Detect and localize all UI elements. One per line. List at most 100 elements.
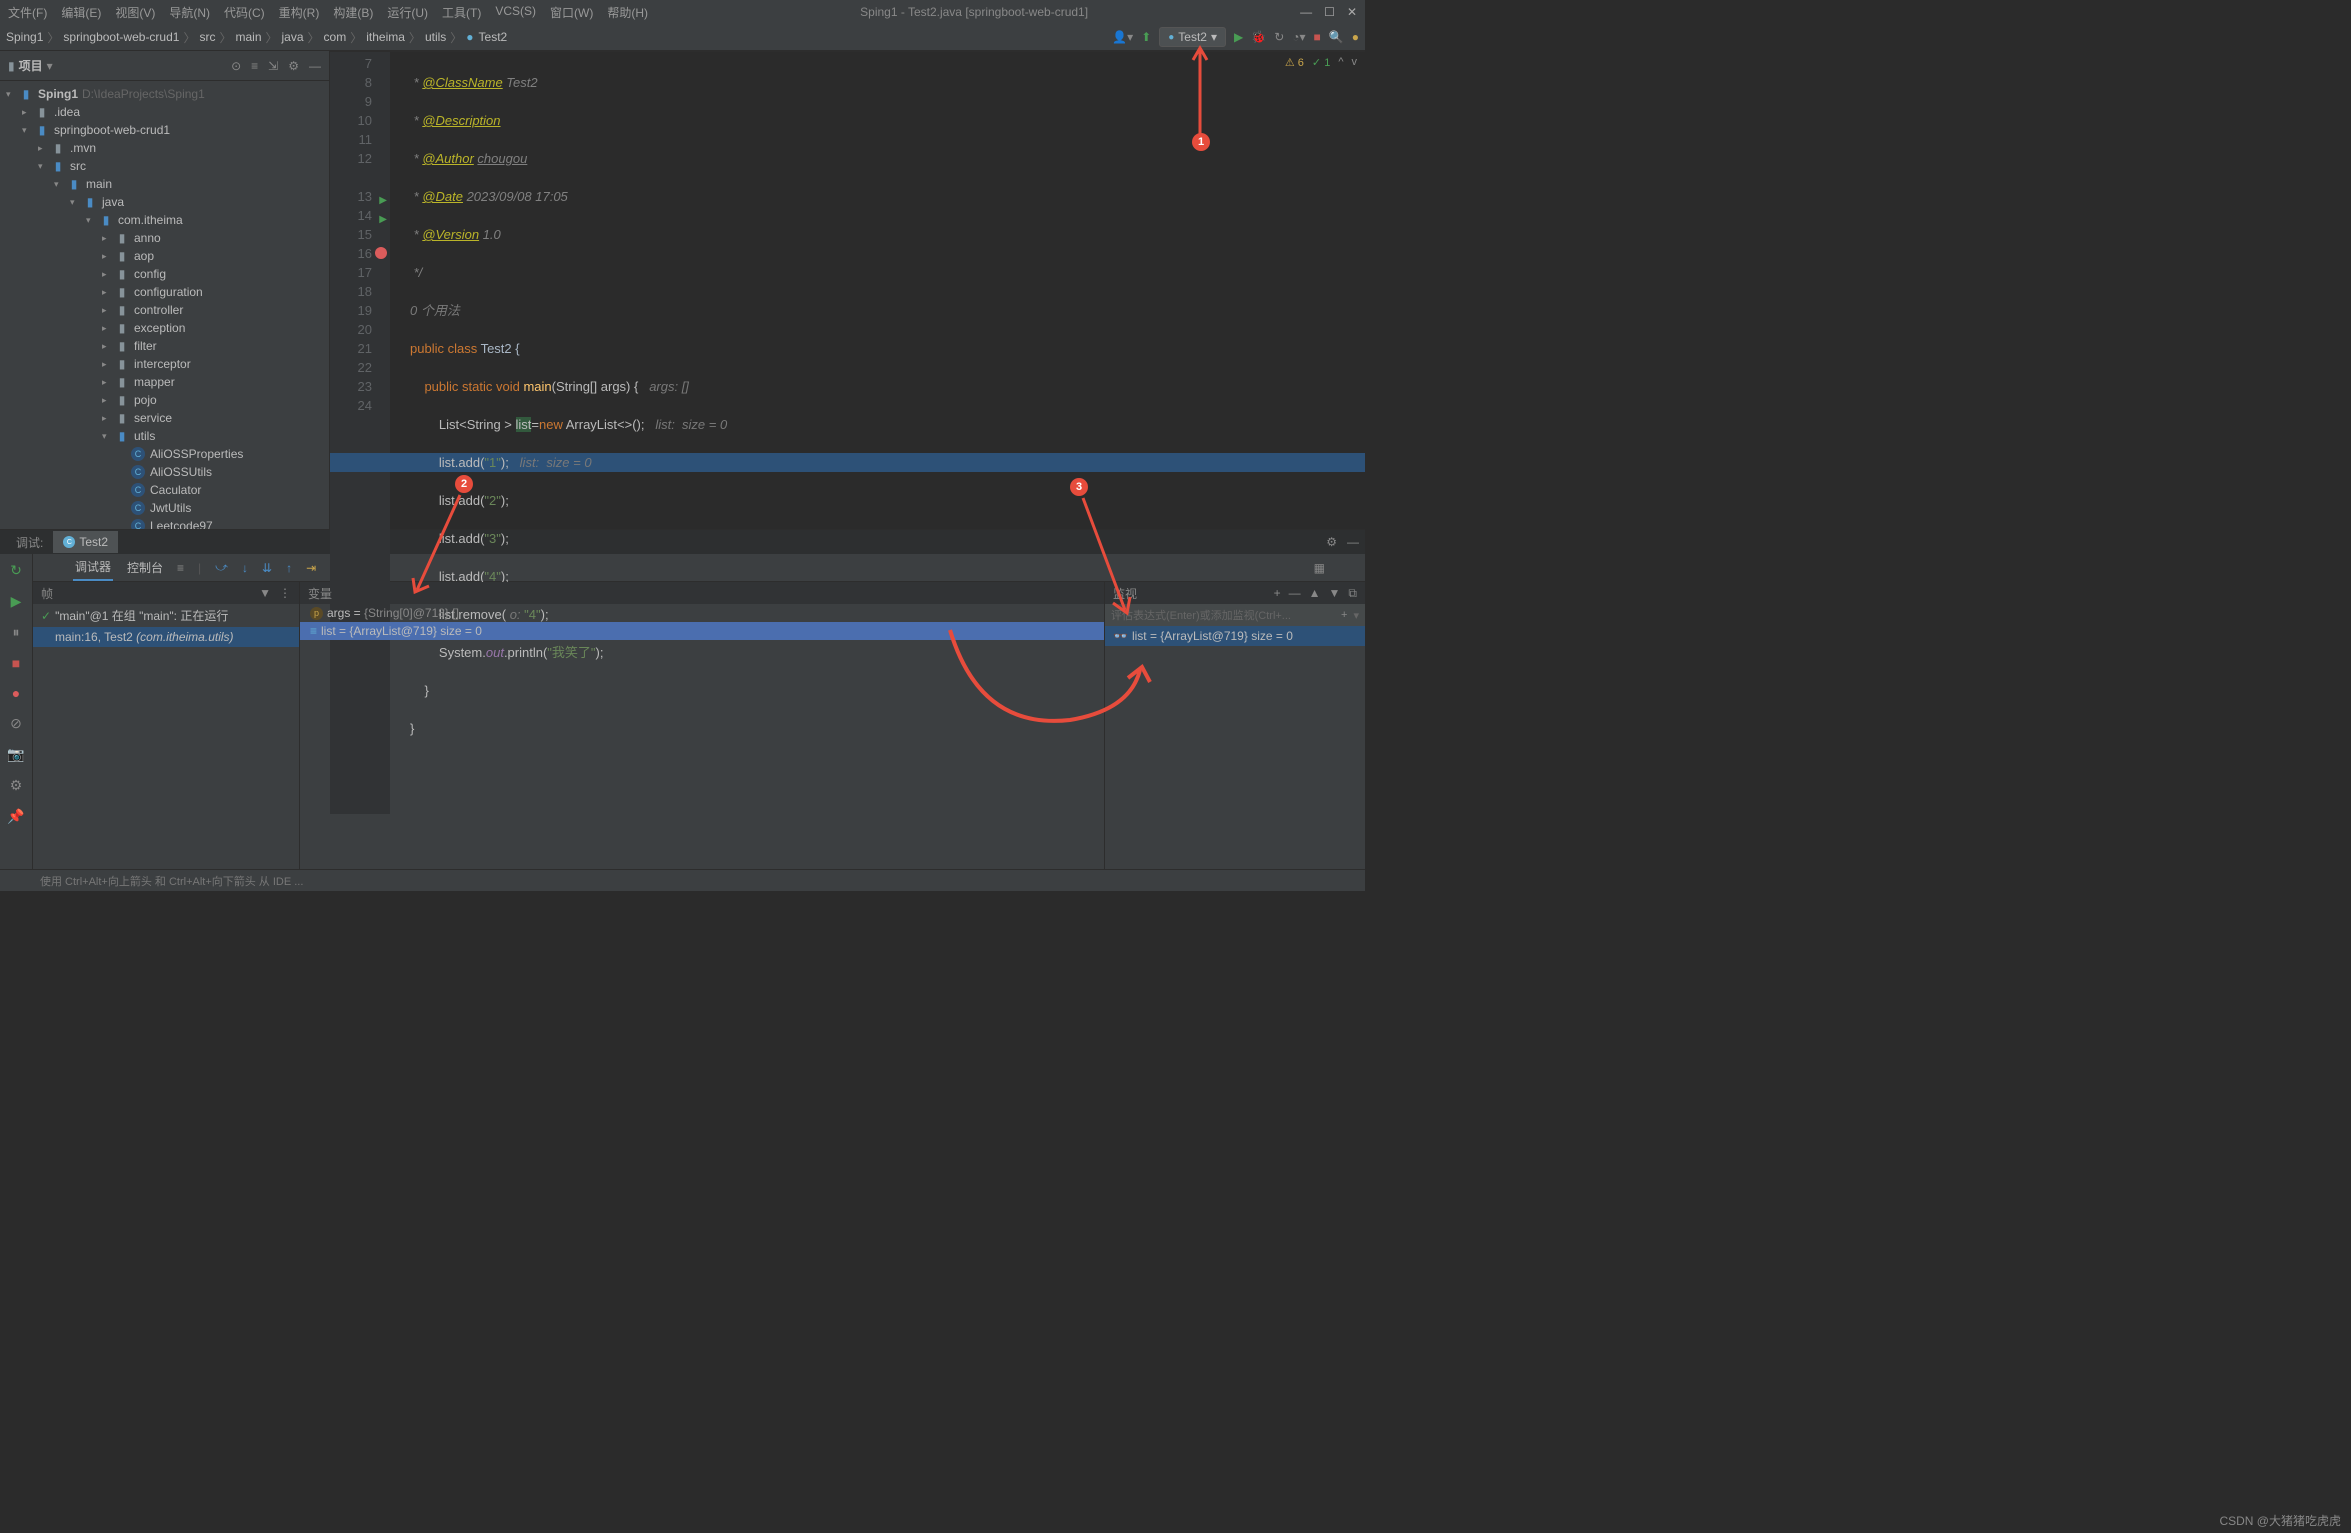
- tree-item[interactable]: CAliOSSProperties: [0, 445, 329, 463]
- tree-item[interactable]: ▸▮exception: [0, 319, 329, 337]
- breadcrumb-item[interactable]: com: [324, 30, 347, 44]
- run-button[interactable]: ▶: [1234, 30, 1243, 44]
- tree-item[interactable]: ▾▮utils: [0, 427, 329, 445]
- breadcrumb-item[interactable]: itheima: [366, 30, 405, 44]
- maximize-icon[interactable]: ☐: [1324, 5, 1335, 19]
- more-icon[interactable]: ⋮: [279, 586, 291, 600]
- breadcrumb-item[interactable]: src: [199, 30, 215, 44]
- menu-item[interactable]: 代码(C): [224, 4, 265, 21]
- chevron-down-icon[interactable]: ▾: [47, 59, 53, 73]
- tree-item[interactable]: CJwtUtils: [0, 499, 329, 517]
- step-out-icon[interactable]: ↑: [286, 561, 292, 575]
- menu-item[interactable]: VCS(S): [495, 4, 536, 21]
- tree-item[interactable]: ▸▮aop: [0, 247, 329, 265]
- tree-item[interactable]: CLeetcode97: [0, 517, 329, 529]
- filter-icon[interactable]: ▼: [259, 586, 271, 600]
- frames-panel[interactable]: 帧 ▼ ⋮ ✓ "main"@1 在组 "main": 正在运行 main:16…: [33, 582, 300, 869]
- debug-session-tab[interactable]: C Test2: [53, 531, 118, 553]
- tree-item[interactable]: ▸▮filter: [0, 337, 329, 355]
- menu-item[interactable]: 导航(N): [169, 4, 210, 21]
- menu-item[interactable]: 视图(V): [115, 4, 155, 21]
- tree-item[interactable]: ▾▮java: [0, 193, 329, 211]
- breadcrumb-item[interactable]: Test2: [479, 30, 508, 44]
- menu-item[interactable]: 运行(U): [387, 4, 428, 21]
- tree-item[interactable]: ▾▮main: [0, 175, 329, 193]
- tree-root[interactable]: ▾▮Sping1 D:\IdeaProjects\Sping1: [0, 85, 329, 103]
- tree-item[interactable]: ▸▮.mvn: [0, 139, 329, 157]
- breadcrumb-item[interactable]: main: [235, 30, 261, 44]
- thread-row[interactable]: ✓ "main"@1 在组 "main": 正在运行: [33, 604, 299, 627]
- warning-icon[interactable]: ⚠ 6: [1285, 56, 1304, 69]
- rerun-icon[interactable]: ↻: [10, 562, 22, 579]
- close-icon[interactable]: ✕: [1347, 5, 1357, 19]
- step-into-icon[interactable]: ↓: [242, 561, 248, 575]
- stack-frame-row[interactable]: main:16, Test2 (com.itheima.utils): [33, 627, 299, 647]
- tree-item[interactable]: ▸▮interceptor: [0, 355, 329, 373]
- resume-icon[interactable]: ▶: [11, 593, 22, 610]
- variable-row[interactable]: p args = {String[0]@718} []: [300, 604, 1104, 622]
- collapse-icon[interactable]: ≡: [251, 59, 258, 73]
- coverage-icon[interactable]: ↻: [1274, 30, 1284, 44]
- inspections-widget[interactable]: ⚠ 6 ✓ 1 ^ v: [1285, 56, 1357, 69]
- mute-bp-icon[interactable]: ⊘: [10, 715, 22, 732]
- expand-icon[interactable]: ⇲: [268, 59, 278, 73]
- breadcrumb-item[interactable]: java: [282, 30, 304, 44]
- breakpoints-icon[interactable]: ●: [12, 685, 20, 701]
- minimize-icon[interactable]: —: [1300, 5, 1312, 19]
- force-step-icon[interactable]: ⇊: [262, 561, 272, 575]
- hide-icon[interactable]: —: [309, 59, 321, 73]
- profile-icon[interactable]: ◔▾: [1292, 30, 1305, 44]
- tree-item[interactable]: ▸▮anno: [0, 229, 329, 247]
- stop-button[interactable]: ■: [1314, 30, 1321, 44]
- menu-item[interactable]: 窗口(W): [550, 4, 593, 21]
- menu-item[interactable]: 编辑(E): [61, 4, 101, 21]
- avatar-icon[interactable]: ●: [1352, 30, 1359, 44]
- tree-item[interactable]: CCaculator: [0, 481, 329, 499]
- variable-row[interactable]: ≡ list = {ArrayList@719} size = 0: [300, 622, 1104, 640]
- pin-icon[interactable]: 📌: [7, 808, 24, 825]
- console-subtab[interactable]: 控制台: [127, 559, 163, 576]
- main-menu[interactable]: 文件(F) 编辑(E) 视图(V) 导航(N) 代码(C) 重构(R) 构建(B) 运行(U)…: [8, 4, 648, 21]
- tree-item[interactable]: ▾▮springboot-web-crud1: [0, 121, 329, 139]
- threads-icon[interactable]: ≡: [177, 561, 184, 575]
- debugger-subtab[interactable]: 调试器: [73, 554, 113, 581]
- chevron-down-icon[interactable]: v: [1352, 56, 1358, 69]
- gear-icon[interactable]: ⚙: [288, 59, 299, 73]
- menu-item[interactable]: 工具(T): [442, 4, 481, 21]
- breadcrumb-item[interactable]: utils: [425, 30, 446, 44]
- camera-icon[interactable]: 📷: [7, 746, 24, 763]
- menu-item[interactable]: 文件(F): [8, 4, 47, 21]
- step-over-icon[interactable]: ⤻: [215, 560, 228, 575]
- tree-item[interactable]: ▸▮controller: [0, 301, 329, 319]
- tree-item[interactable]: ▸▮mapper: [0, 373, 329, 391]
- debug-button[interactable]: 🐞: [1251, 30, 1266, 44]
- check-icon[interactable]: ✓ 1: [1312, 56, 1330, 69]
- project-tree[interactable]: ▾▮Sping1 D:\IdeaProjects\Sping1▸▮.idea▾▮…: [0, 81, 329, 529]
- tree-item[interactable]: ▸▮config: [0, 265, 329, 283]
- tree-item[interactable]: ▸▮service: [0, 409, 329, 427]
- menu-item[interactable]: 重构(R): [279, 4, 320, 21]
- tree-item[interactable]: ▾▮com.itheima: [0, 211, 329, 229]
- stop-icon[interactable]: ■: [12, 655, 20, 671]
- build-icon[interactable]: ⬆: [1141, 30, 1151, 44]
- user-icon[interactable]: 👤▾: [1112, 30, 1133, 44]
- variables-panel[interactable]: 变量 p args = {String[0]@718} [] ≡ list = …: [300, 582, 1105, 869]
- breadcrumb-item[interactable]: Sping1: [6, 30, 43, 44]
- tree-item[interactable]: CAliOSSUtils: [0, 463, 329, 481]
- search-icon[interactable]: 🔍: [1329, 30, 1344, 44]
- tree-item[interactable]: ▸▮configuration: [0, 283, 329, 301]
- settings-icon[interactable]: ⚙: [10, 777, 23, 794]
- breadcrumb-item[interactable]: springboot-web-crud1: [63, 30, 179, 44]
- chevron-up-icon[interactable]: ^: [1338, 56, 1343, 69]
- run-config-selector[interactable]: ● Test2 ▾: [1159, 27, 1226, 47]
- window-controls[interactable]: — ☐ ✕: [1300, 5, 1357, 19]
- tree-item[interactable]: ▾▮src: [0, 157, 329, 175]
- menu-item[interactable]: 构建(B): [333, 4, 373, 21]
- menu-item[interactable]: 帮助(H): [607, 4, 648, 21]
- tree-item[interactable]: ▸▮.idea: [0, 103, 329, 121]
- target-icon[interactable]: ⊙: [231, 59, 241, 73]
- tree-item[interactable]: ▸▮pojo: [0, 391, 329, 409]
- pause-icon[interactable]: ⏸: [13, 624, 20, 641]
- debug-sidebar[interactable]: ↻ ▶ ⏸ ■ ● ⊘ 📷 ⚙ 📌: [0, 554, 33, 869]
- usages-hint[interactable]: 0 个用法: [410, 303, 460, 318]
